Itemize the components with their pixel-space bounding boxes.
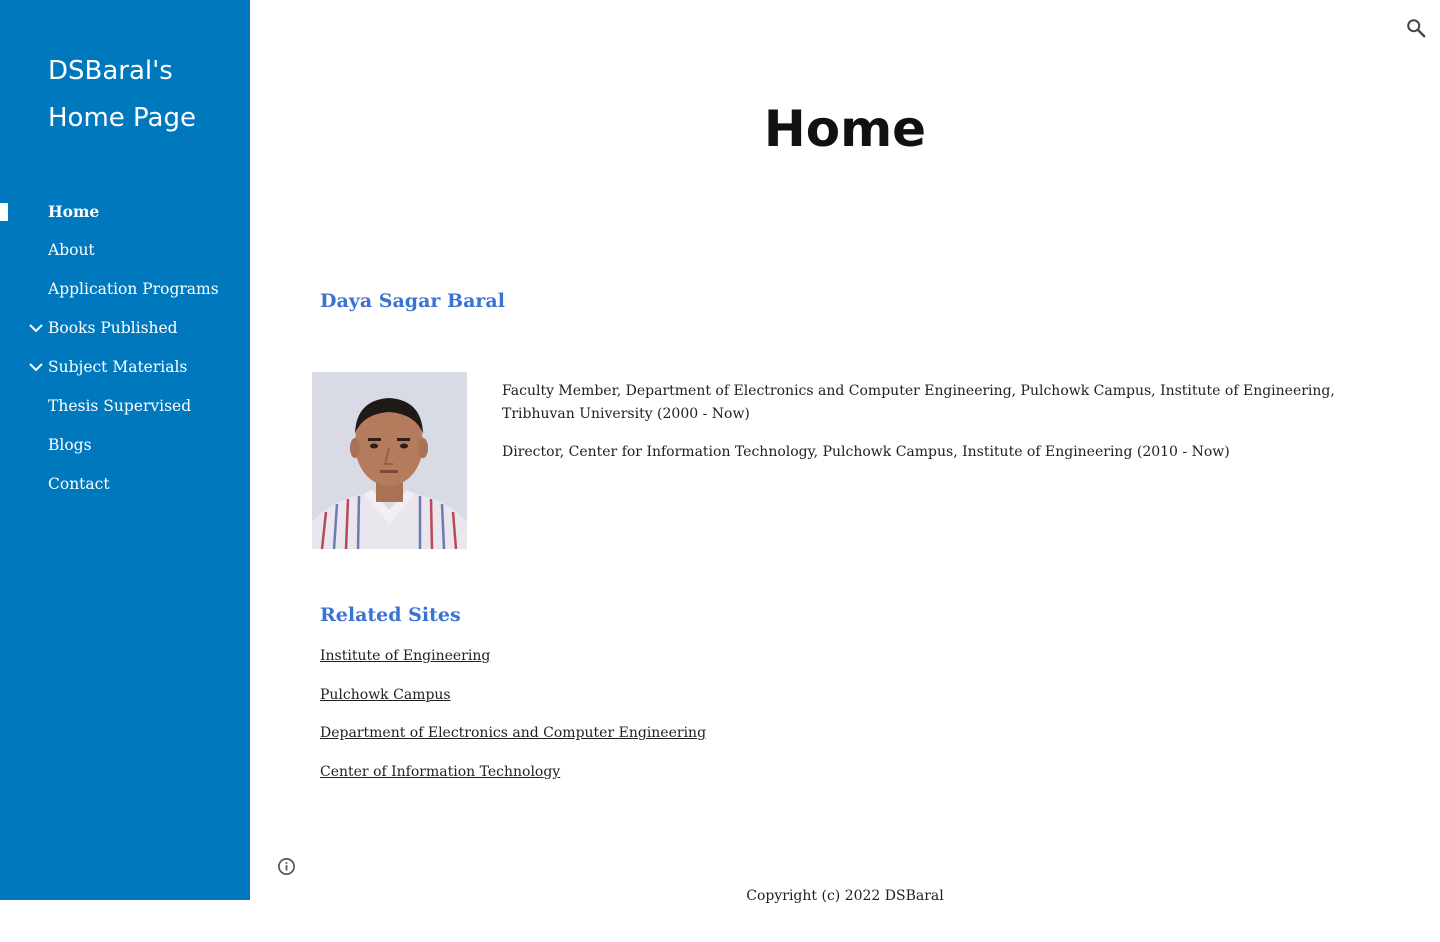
active-indicator	[0, 203, 8, 221]
profile-photo	[312, 372, 467, 549]
sidebar-item-home[interactable]: Home	[0, 192, 250, 231]
link-pulchowk-campus[interactable]: Pulchowk Campus	[320, 684, 706, 723]
sidebar-item-label: Contact	[48, 475, 110, 493]
person-name-heading: Daya Sagar Baral	[320, 290, 505, 312]
sidebar-item-label: Subject Materials	[48, 358, 188, 376]
link-center-information-technology[interactable]: Center of Information Technology	[320, 761, 706, 800]
site-title[interactable]: DSBaral's Home Page	[48, 48, 238, 142]
chevron-down-icon[interactable]	[26, 309, 46, 348]
related-sites-heading: Related Sites	[320, 604, 461, 626]
sidebar-item-contact[interactable]: Contact	[0, 465, 250, 504]
sidebar-item-label: Home	[48, 202, 100, 221]
bio-line: Faculty Member, Department of Electronic…	[502, 383, 1335, 422]
link-institute-of-engineering[interactable]: Institute of Engineering	[320, 645, 706, 684]
sidebar-item-label: About	[48, 241, 95, 259]
link-department-electronics-computer[interactable]: Department of Electronics and Computer E…	[320, 722, 706, 761]
search-icon	[1407, 19, 1426, 38]
info-icon	[277, 857, 295, 875]
sidebar-item-application-programs[interactable]: Application Programs	[0, 270, 250, 309]
sidebar-item-label: Application Programs	[48, 280, 219, 298]
site-info-button[interactable]	[276, 856, 296, 876]
chevron-down-icon[interactable]	[26, 348, 46, 387]
copyright-text: Copyright (c) 2022 DSBaral	[746, 888, 944, 904]
sidebar-item-label: Thesis Supervised	[48, 397, 192, 415]
bio-line: Director, Center for Information Technol…	[502, 444, 1230, 460]
search-button[interactable]	[1402, 14, 1430, 42]
sidebar-item-thesis-supervised[interactable]: Thesis Supervised	[0, 387, 250, 426]
bio-text: Faculty Member, Department of Electronic…	[502, 380, 1342, 479]
sidebar-item-about[interactable]: About	[0, 231, 250, 270]
sidebar-item-subject-materials[interactable]: Subject Materials	[0, 348, 250, 387]
sidebar-item-blogs[interactable]: Blogs	[0, 426, 250, 465]
sidebar-item-label: Books Published	[48, 319, 178, 337]
page-title: Home	[763, 100, 927, 158]
sidebar-nav: Home About Application Programs Books Pu…	[0, 192, 250, 504]
sidebar-item-books-published[interactable]: Books Published	[0, 309, 250, 348]
sidebar-item-label: Blogs	[48, 436, 92, 454]
sidebar: DSBaral's Home Page Home About Applicati…	[0, 0, 250, 900]
related-links-list: Institute of Engineering Pulchowk Campus…	[320, 645, 706, 800]
